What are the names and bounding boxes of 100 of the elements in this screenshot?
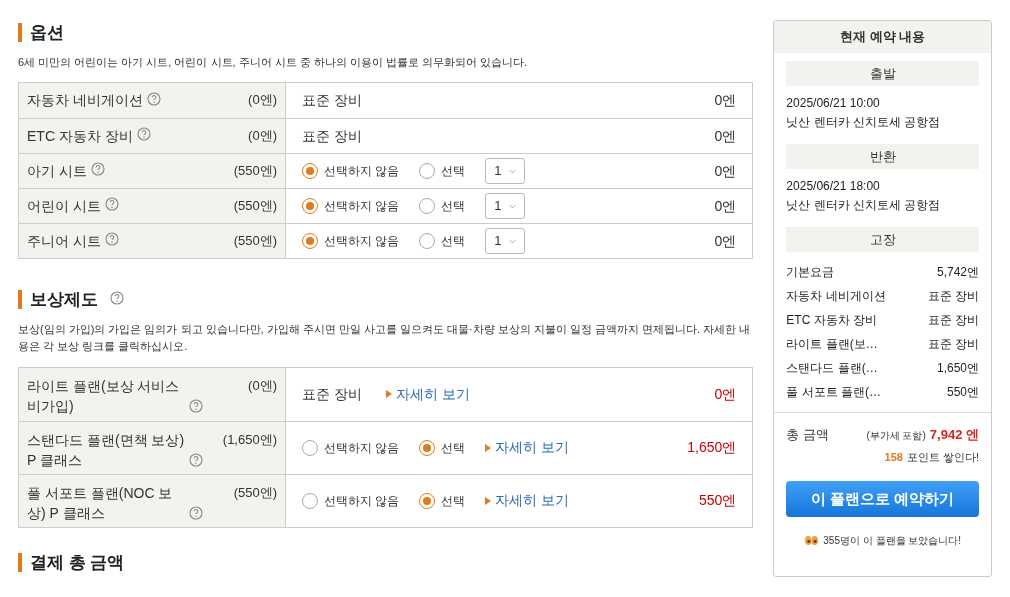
- datetime-text: 2025/06/21 18:00: [786, 178, 881, 195]
- radio-button[interactable]: [302, 492, 318, 509]
- radio-label: 선택: [441, 492, 466, 510]
- radio-button[interactable]: [302, 439, 318, 456]
- section-note: 보상(임의 가입)의 가입은 임의가 되고 있습니다만, 가입해 주시면 만일 사고를 일으켜도 대물·차량 보상의 지불이 일정 금액까지 면제됩니다. 자세한 내용은 각 보상 링크를 클릭하십시오.: [18, 321, 752, 354]
- option-price: (550엔): [233, 161, 277, 180]
- total-amount: 7,942 엔: [929, 426, 979, 444]
- fee-label: 자동차 네비게이션: [786, 288, 886, 305]
- radio-label: 선택하지 않음: [324, 492, 400, 510]
- panel-title: 현재 예약 내용: [774, 21, 991, 53]
- fee-label: 라이트 플랜(보…: [786, 336, 878, 353]
- standard-label: 표준 장비: [302, 91, 362, 110]
- help-icon[interactable]: [90, 162, 105, 177]
- radio-label: 선택: [441, 439, 466, 457]
- help-icon[interactable]: [104, 232, 119, 247]
- triangle-icon: [485, 496, 492, 505]
- amount: 550엔: [699, 491, 737, 511]
- heading-bar: [18, 290, 22, 310]
- option-price: (0엔): [248, 91, 277, 110]
- option-name: 스탠다드 플랜(면책 보상) P 클래스: [27, 430, 185, 470]
- datetime-text: 2025/06/21 10:00: [786, 95, 881, 112]
- help-icon[interactable]: [110, 291, 124, 306]
- option-name: 어린이 시트: [27, 196, 101, 216]
- help-icon[interactable]: [104, 197, 119, 212]
- section-title: 보상제도: [30, 289, 98, 311]
- eyes-icon: [804, 535, 820, 546]
- amount: 0엔: [714, 126, 737, 146]
- radio-label: 선택: [441, 198, 466, 215]
- viewers-text: 355명이 이 플랜을 보았습니다!: [823, 534, 962, 548]
- option-price: (0엔): [248, 376, 277, 395]
- detail-link[interactable]: 자세히 보기: [485, 490, 570, 512]
- detail-link[interactable]: 자세히 보기: [385, 383, 470, 405]
- fee-value: 1,650엔: [936, 360, 979, 377]
- fee-value: 550엔: [946, 384, 979, 401]
- radio-button[interactable]: [419, 198, 436, 214]
- fee-label: ETC 자동차 장비: [786, 312, 878, 329]
- radio-button[interactable]: [302, 163, 318, 179]
- detail-link[interactable]: 자세히 보기: [485, 437, 570, 459]
- radio-label: 선택: [441, 233, 466, 250]
- radio-button[interactable]: [302, 233, 318, 249]
- fee-value: 표준 장비: [927, 312, 979, 329]
- option-price: (550엔): [233, 231, 277, 250]
- fee-label: 기본요금: [786, 264, 835, 281]
- location-text: 닛산 렌터카 신치토세 공항점: [786, 114, 942, 131]
- total-label: 총 금액: [786, 426, 829, 444]
- option-name: 라이트 플랜(보상 서비스 비가입): [27, 376, 181, 416]
- chevron-down-icon: [509, 168, 517, 174]
- radio-button[interactable]: [302, 198, 318, 214]
- fee-value: 표준 장비: [927, 336, 979, 353]
- heading-bar: [18, 23, 22, 43]
- triangle-icon: [385, 390, 392, 399]
- radio-button[interactable]: [419, 439, 436, 456]
- radio-label: 선택: [441, 163, 466, 180]
- radio-label: 선택하지 않음: [324, 233, 400, 250]
- amount: 0엔: [714, 196, 737, 216]
- radio-label: 선택하지 않음: [324, 439, 400, 457]
- amount: 0엔: [714, 91, 737, 110]
- fee-value: 표준 장비: [927, 288, 979, 305]
- section-title: 옵션: [30, 22, 64, 44]
- quantity-select[interactable]: 1: [485, 158, 526, 184]
- help-icon[interactable]: [189, 453, 203, 468]
- option-name: 아기 시트: [27, 161, 87, 181]
- radio-label: 선택하지 않음: [324, 198, 400, 215]
- option-price: (550엔): [233, 196, 277, 215]
- option-price: (1,650엔): [222, 430, 277, 449]
- help-icon[interactable]: [136, 127, 151, 142]
- quantity-select[interactable]: 1: [485, 228, 526, 254]
- section-title: 결제 총 금액: [30, 551, 125, 574]
- location-text: 닛산 렌터카 신치토세 공항점: [786, 197, 942, 214]
- amount: 0엔: [714, 161, 737, 181]
- points-text: 포인트 쌓인다!: [906, 449, 979, 465]
- option-name: 풀 서포트 플랜(NOC 보상) P 클래스: [27, 483, 174, 523]
- radio-button[interactable]: [419, 492, 436, 509]
- block-heading: 출발: [786, 61, 979, 86]
- amount: 0엔: [714, 384, 737, 404]
- fee-value: 5,742엔: [936, 264, 979, 281]
- quantity-select[interactable]: 1: [485, 193, 526, 219]
- help-icon[interactable]: [189, 506, 203, 521]
- amount: 0엔: [714, 231, 737, 251]
- option-name: 주니어 시트: [27, 231, 101, 251]
- points-count: 158: [884, 449, 903, 465]
- triangle-icon: [485, 443, 492, 452]
- help-icon[interactable]: [146, 92, 161, 106]
- option-name: ETC 자동차 장비: [27, 126, 133, 146]
- section-note: 6세 미만의 어린이는 아기 시트, 어린이 시트, 주니어 시트 중 하나의 이용이 법률로 의무화되어 있습니다.: [18, 54, 529, 70]
- fee-label: 스탠다드 플랜(…: [786, 360, 878, 377]
- help-icon[interactable]: [189, 399, 203, 414]
- option-name: 자동차 네비게이션: [27, 91, 143, 111]
- reserve-button[interactable]: 이 플랜으로 예약하기: [786, 481, 979, 517]
- tax-note: (부가세 포함): [866, 429, 926, 443]
- standard-label: 표준 장비: [302, 384, 362, 404]
- chevron-down-icon: [509, 238, 517, 244]
- heading-bar: [18, 552, 22, 572]
- radio-button[interactable]: [419, 163, 436, 179]
- option-price: (550엔): [233, 483, 277, 502]
- option-price: (0엔): [248, 126, 277, 145]
- amount: 1,650엔: [687, 438, 737, 458]
- radio-label: 선택하지 않음: [324, 163, 400, 180]
- radio-button[interactable]: [419, 233, 436, 249]
- chevron-down-icon: [509, 203, 517, 209]
